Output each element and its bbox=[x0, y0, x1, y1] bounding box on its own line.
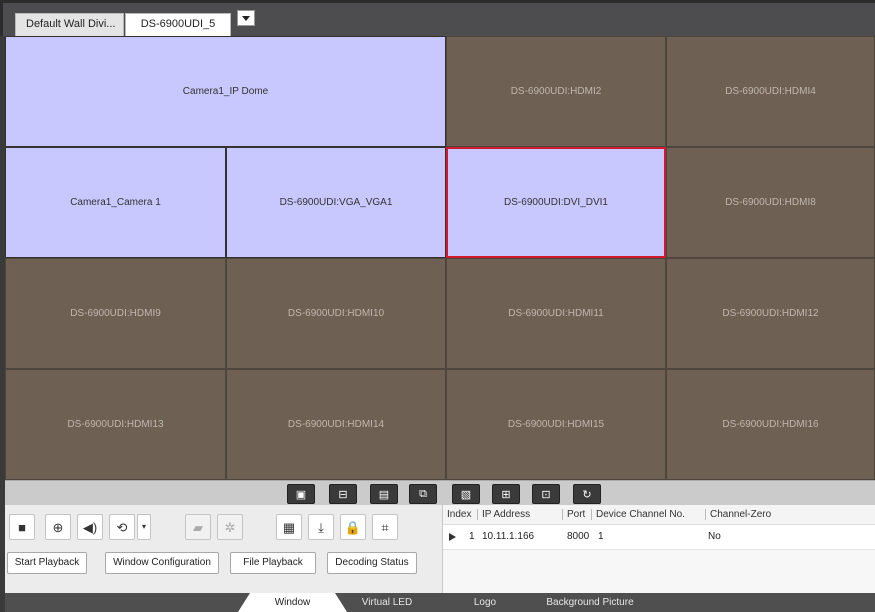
tab-default-wall[interactable]: Default Wall Divi... bbox=[15, 13, 124, 36]
expand-icon[interactable]: ⌗ bbox=[372, 514, 398, 540]
wall-window-15[interactable]: DS-6900UDI:HDMI16 bbox=[666, 369, 875, 480]
bottom-tab-bar: Window Virtual LED Logo Background Pictu… bbox=[5, 593, 875, 612]
wall-window-3[interactable]: DS-6900UDI:HDMI4 bbox=[666, 36, 875, 147]
video-wall: Camera1_IP Dome DS-6900UDI:HDMI2 DS-6900… bbox=[5, 36, 875, 480]
tab-background-picture[interactable]: Background Picture bbox=[535, 593, 645, 612]
camera-icon[interactable]: ▰ bbox=[185, 514, 211, 540]
window-configuration-button[interactable]: Window Configuration bbox=[105, 552, 219, 574]
window-label: Camera1_Camera 1 bbox=[70, 197, 161, 208]
chevron-down-icon[interactable] bbox=[237, 10, 255, 26]
wall-window-12[interactable]: DS-6900UDI:HDMI13 bbox=[5, 369, 226, 480]
dropdown-icon[interactable]: ▾ bbox=[137, 514, 151, 540]
window-label: DS-6900UDI:HDMI4 bbox=[725, 86, 816, 97]
header-index[interactable]: Index bbox=[447, 509, 471, 520]
cell-device-channel: 1 bbox=[598, 531, 604, 542]
window-label: DS-6900UDI:HDMI15 bbox=[507, 419, 605, 430]
window-label: DS-6900UDI:HDMI9 bbox=[70, 308, 161, 319]
download-icon[interactable]: ⤓ bbox=[308, 514, 334, 540]
header-ip-address[interactable]: IP Address bbox=[477, 509, 530, 520]
window-label: DS-6900UDI:HDMI2 bbox=[510, 86, 602, 97]
fullscreen-icon[interactable]: ⊡ bbox=[532, 484, 560, 504]
wall-toolbar: ▣ ⊟ ▤ ⧉ ▧ ⊞ ⊡ ↻ bbox=[5, 480, 875, 505]
cell-port: 8000 bbox=[567, 531, 590, 542]
window-label: DS-6900UDI:DVI_DVI1 bbox=[504, 197, 608, 208]
header-channel-zero[interactable]: Channel-Zero bbox=[705, 509, 771, 520]
wall-window-2[interactable]: DS-6900UDI:HDMI2 bbox=[446, 36, 666, 147]
table-header: Index IP Address Port Device Channel No.… bbox=[443, 505, 875, 525]
audio-icon[interactable]: ◀) bbox=[77, 514, 103, 540]
wall-window-10[interactable]: DS-6900UDI:HDMI11 bbox=[446, 258, 666, 369]
header-device-channel[interactable]: Device Channel No. bbox=[591, 509, 685, 520]
refresh-icon[interactable]: ↻ bbox=[573, 484, 601, 504]
file-playback-button[interactable]: File Playback bbox=[230, 552, 316, 574]
window-icon[interactable]: ▤ bbox=[370, 484, 398, 504]
layout-icon[interactable]: ▦ bbox=[276, 514, 302, 540]
cell-channel-zero: No bbox=[708, 531, 721, 542]
window-label: DS-6900UDI:HDMI13 bbox=[67, 419, 164, 430]
split-icon[interactable]: ⊞ bbox=[492, 484, 520, 504]
wall-window-14[interactable]: DS-6900UDI:HDMI15 bbox=[446, 369, 666, 480]
table-empty-area bbox=[443, 549, 875, 593]
screen-icon[interactable]: ▣ bbox=[287, 484, 315, 504]
header-port[interactable]: Port bbox=[562, 509, 585, 520]
wall-window-13[interactable]: DS-6900UDI:HDMI14 bbox=[226, 369, 446, 480]
wall-tab-bar: Default Wall Divi... DS-6900UDI_5 bbox=[0, 0, 875, 36]
wall-window-11[interactable]: DS-6900UDI:HDMI12 bbox=[666, 258, 875, 369]
wall-window-1[interactable]: Camera1_IP Dome bbox=[5, 36, 446, 147]
cell-index: 1 bbox=[469, 531, 475, 542]
decoding-status-button[interactable]: Decoding Status bbox=[327, 552, 417, 574]
device-table: Index IP Address Port Device Channel No.… bbox=[443, 505, 875, 593]
cell-ip-address: 10.11.1.166 bbox=[482, 531, 535, 542]
window-label: DS-6900UDI:HDMI11 bbox=[508, 308, 604, 319]
window-label: DS-6900UDI:HDMI14 bbox=[287, 419, 385, 430]
window-label: DS-6900UDI:HDMI8 bbox=[725, 197, 816, 208]
zoom-icon[interactable]: ⊕ bbox=[45, 514, 71, 540]
wall-window-9[interactable]: DS-6900UDI:HDMI10 bbox=[226, 258, 446, 369]
wall-window-5[interactable]: DS-6900UDI:VGA_VGA1 bbox=[226, 147, 446, 258]
playback-control-panel: ■ ⊕ ◀) ⟲ ▾ ▰ ✲ ▦ ⤓ 🔒 ⌗ Start Playback Wi… bbox=[5, 505, 443, 593]
rewind-icon[interactable]: ⟲ bbox=[109, 514, 135, 540]
tab-virtual-led[interactable]: Virtual LED bbox=[347, 593, 427, 612]
window-label: DS-6900UDI:HDMI16 bbox=[722, 419, 819, 430]
start-playback-button[interactable]: Start Playback bbox=[7, 552, 87, 574]
table-row[interactable]: 1 10.11.1.166 8000 1 No bbox=[443, 527, 875, 547]
window-label: DS-6900UDI:HDMI10 bbox=[287, 308, 385, 319]
wall-window-7[interactable]: DS-6900UDI:HDMI8 bbox=[666, 147, 875, 258]
tab-window[interactable]: Window bbox=[238, 593, 347, 612]
window-label: DS-6900UDI:VGA_VGA1 bbox=[279, 197, 393, 208]
lock-icon[interactable]: 🔒 bbox=[340, 514, 366, 540]
wall-window-6-selected[interactable]: DS-6900UDI:DVI_DVI1 bbox=[446, 147, 666, 258]
row-pointer-icon bbox=[449, 533, 456, 541]
aperture-icon[interactable]: ✲ bbox=[217, 514, 243, 540]
picture-icon[interactable]: ▧ bbox=[452, 484, 480, 504]
tab-logo[interactable]: Logo bbox=[455, 593, 515, 612]
wall-window-4[interactable]: Camera1_Camera 1 bbox=[5, 147, 226, 258]
stop-icon[interactable]: ■ bbox=[9, 514, 35, 540]
wall-window-8[interactable]: DS-6900UDI:HDMI9 bbox=[5, 258, 226, 369]
window-label: Camera1_IP Dome bbox=[182, 86, 269, 97]
tab-ds-6900udi-5[interactable]: DS-6900UDI_5 bbox=[125, 13, 231, 36]
window-label: DS-6900UDI:HDMI12 bbox=[722, 308, 819, 319]
monitor-icon[interactable]: ⊟ bbox=[329, 484, 357, 504]
roaming-icon[interactable]: ⧉ bbox=[409, 484, 437, 504]
